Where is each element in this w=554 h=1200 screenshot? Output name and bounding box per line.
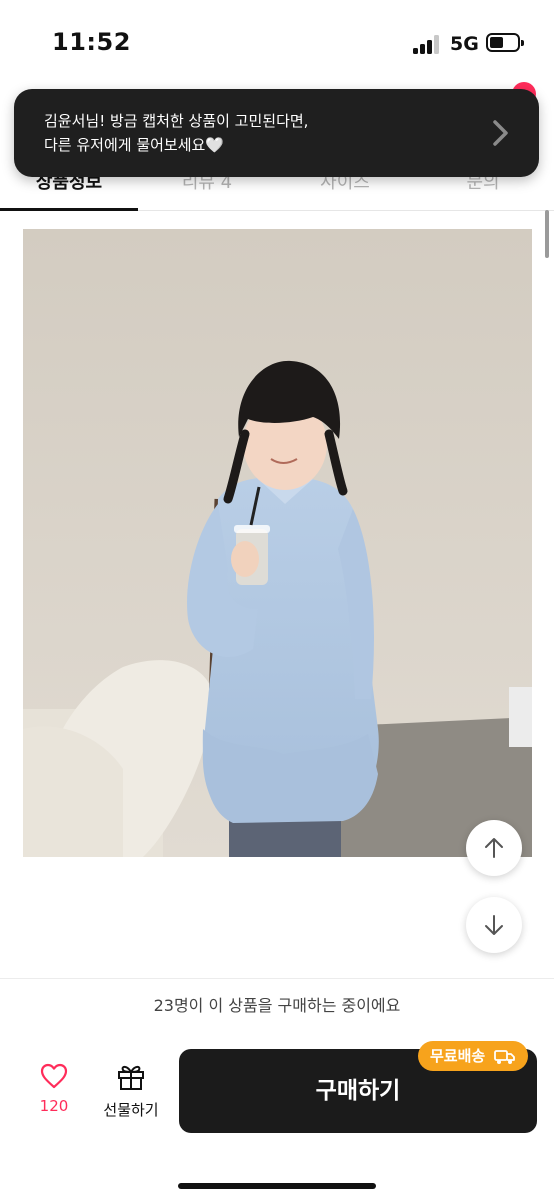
- bottom-action-bar: 120 선물하기 구매하기 무료배송: [0, 1033, 554, 1200]
- gift-icon: [118, 1065, 144, 1090]
- home-indicator[interactable]: [178, 1183, 376, 1189]
- chevron-right-icon: [493, 120, 508, 146]
- active-tab-indicator: [0, 208, 138, 211]
- delivery-truck-icon: [494, 1049, 516, 1064]
- battery-icon: [486, 33, 524, 52]
- toast-line-1: 김윤서님! 방금 캡처한 상품이 고민된다면,: [44, 112, 309, 130]
- status-bar: 11:52 5G: [0, 0, 554, 88]
- product-photo: [23, 229, 532, 857]
- network-type: 5G: [450, 33, 479, 55]
- like-count: 120: [39, 1097, 69, 1115]
- purchase-activity-notice: 23명이 이 상품을 구매하는 중이에요: [0, 978, 554, 1034]
- arrow-up-icon: [485, 838, 503, 858]
- product-detail-screen: 11:52 5G 상품정보 리뷰 4 사이즈 문의 김윤서님! 방금 캡처한 상…: [0, 0, 554, 1200]
- status-time: 11:52: [52, 28, 131, 56]
- heart-outline-icon: [40, 1063, 68, 1089]
- gift-label: 선물하기: [103, 1101, 159, 1119]
- free-shipping-label: 무료배송: [430, 1047, 486, 1065]
- gift-button[interactable]: 선물하기: [96, 1063, 166, 1120]
- free-shipping-badge: 무료배송: [418, 1041, 529, 1071]
- screenshot-toast[interactable]: 김윤서님! 방금 캡처한 상품이 고민된다면, 다른 유저에게 물어보세요🤍: [14, 89, 539, 177]
- like-button[interactable]: 120: [28, 1063, 80, 1115]
- arrow-down-icon: [485, 915, 503, 935]
- toast-message: 김윤서님! 방금 캡처한 상품이 고민된다면, 다른 유저에게 물어보세요🤍: [44, 109, 474, 157]
- page-scrollbar[interactable]: [545, 210, 549, 258]
- product-photo-illustration: [23, 229, 532, 857]
- scroll-down-button[interactable]: [466, 897, 522, 953]
- signal-strength-icon: [413, 34, 441, 54]
- scroll-up-button[interactable]: [466, 820, 522, 876]
- toast-line-2: 다른 유저에게 물어보세요🤍: [44, 136, 225, 154]
